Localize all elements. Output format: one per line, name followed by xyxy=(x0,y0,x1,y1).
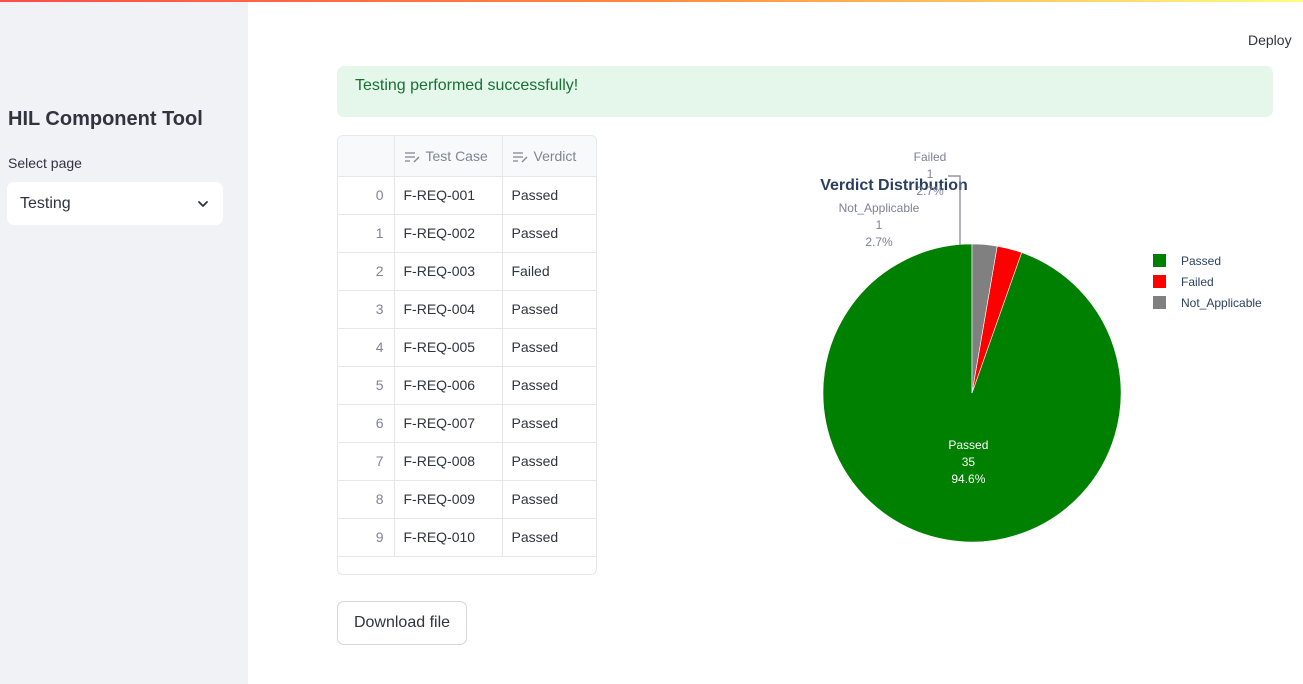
slice-label-passed: 94.6% xyxy=(951,472,985,486)
slice-label-passed: Passed xyxy=(948,438,988,452)
row-index: 5 xyxy=(338,366,395,405)
chart-title: Verdict Distribution xyxy=(820,177,968,194)
table-row[interactable]: 5 F-REQ-006 Passed xyxy=(338,366,596,405)
verdict-cell[interactable]: Passed xyxy=(502,176,596,215)
test-case-cell[interactable]: F-REQ-010 xyxy=(394,518,503,557)
verdict-cell[interactable]: Passed xyxy=(502,518,596,557)
test-case-column-label: Test Case xyxy=(425,147,488,164)
legend-label-failed: Failed xyxy=(1181,275,1214,289)
row-index: 0 xyxy=(338,176,395,215)
legend-label-passed: Passed xyxy=(1181,254,1221,268)
pie-slice-failed xyxy=(971,245,1023,394)
test-case-cell[interactable]: F-REQ-005 xyxy=(394,328,503,367)
table-row[interactable]: 7 F-REQ-008 Passed xyxy=(338,442,596,481)
table-row[interactable]: 6 F-REQ-007 Passed xyxy=(338,404,596,443)
select-page-value: Testing xyxy=(20,194,71,212)
table-row[interactable]: 3 F-REQ-004 Passed xyxy=(338,290,596,329)
slice-label-passed: 35 xyxy=(962,455,976,469)
legend-swatch-not-applicable xyxy=(1153,296,1166,309)
table-row[interactable]: 0 F-REQ-001 Passed xyxy=(338,176,596,215)
test-case-cell[interactable]: F-REQ-009 xyxy=(394,480,503,519)
test-case-cell[interactable]: F-REQ-007 xyxy=(394,404,503,443)
app-title: HIL Component Tool xyxy=(8,108,203,130)
legend-swatch-failed xyxy=(1153,275,1166,288)
table-header-row: Test Case Verdict xyxy=(338,136,596,177)
verdict-cell[interactable]: Passed xyxy=(502,404,596,443)
table-row[interactable]: 8 F-REQ-009 Passed xyxy=(338,480,596,519)
select-page-dropdown[interactable]: Testing xyxy=(7,182,223,225)
verdict-column-label: Verdict xyxy=(533,147,577,164)
deploy-button[interactable]: Deploy xyxy=(1240,30,1300,50)
row-index: 8 xyxy=(338,480,395,519)
table-row[interactable]: 4 F-REQ-005 Passed xyxy=(338,328,596,367)
row-index: 9 xyxy=(338,518,395,557)
slice-leader-line xyxy=(948,175,961,245)
select-page-label: Select page xyxy=(8,155,82,171)
verdict-cell[interactable]: Passed xyxy=(502,290,596,329)
row-index: 3 xyxy=(338,290,395,329)
legend-swatch-passed xyxy=(1153,254,1166,267)
table-row[interactable]: 2 F-REQ-003 Failed xyxy=(338,252,596,291)
row-index: 7 xyxy=(338,442,395,481)
row-index: 6 xyxy=(338,404,395,443)
verdict-cell[interactable]: Passed xyxy=(502,442,596,481)
slice-label-not-applicable: 2.7% xyxy=(865,235,893,249)
text-column-icon xyxy=(512,152,527,163)
pie-slice-not-applicable xyxy=(971,243,998,394)
pie-slice-passed xyxy=(822,243,1122,543)
text-column-icon xyxy=(404,152,419,163)
legend-label-not-applicable: Not_Applicable xyxy=(1181,296,1262,310)
table-row[interactable]: 1 F-REQ-002 Passed xyxy=(338,214,596,253)
row-index: 2 xyxy=(338,252,395,291)
test-case-column-header[interactable]: Test Case xyxy=(394,136,503,177)
table-row[interactable]: 9 F-REQ-010 Passed xyxy=(338,518,596,557)
row-index: 1 xyxy=(338,214,395,253)
test-case-cell[interactable]: F-REQ-001 xyxy=(394,176,503,215)
download-file-button[interactable]: Download file xyxy=(337,601,467,645)
verdict-cell[interactable]: Failed xyxy=(502,252,596,291)
test-case-cell[interactable]: F-REQ-004 xyxy=(394,290,503,329)
slice-label-failed: 1 xyxy=(927,167,934,181)
row-index: 4 xyxy=(338,328,395,367)
verdict-cell[interactable]: Passed xyxy=(502,366,596,405)
test-case-cell[interactable]: F-REQ-002 xyxy=(394,214,503,253)
slice-label-not-applicable: Not_Applicable xyxy=(839,201,920,215)
results-table[interactable]: Test Case Verdict 0 F-REQ-001 Passed 1 F-RE… xyxy=(337,135,597,575)
verdict-cell[interactable]: Passed xyxy=(502,214,596,253)
slice-label-failed: Failed xyxy=(914,150,947,164)
verdict-column-header[interactable]: Verdict xyxy=(502,136,596,177)
test-case-cell[interactable]: F-REQ-006 xyxy=(394,366,503,405)
test-case-cell[interactable]: F-REQ-008 xyxy=(394,442,503,481)
index-column-header xyxy=(338,136,395,177)
slice-label-not-applicable: 1 xyxy=(876,218,883,232)
slice-label-failed: 2.7% xyxy=(916,184,944,198)
sidebar: HIL Component Tool Select page Testing xyxy=(0,2,248,684)
chevron-down-icon xyxy=(198,200,208,207)
test-case-cell[interactable]: F-REQ-003 xyxy=(394,252,503,291)
verdict-cell[interactable]: Passed xyxy=(502,480,596,519)
verdict-cell[interactable]: Passed xyxy=(502,328,596,367)
success-alert: Testing performed successfully! xyxy=(337,66,1273,117)
